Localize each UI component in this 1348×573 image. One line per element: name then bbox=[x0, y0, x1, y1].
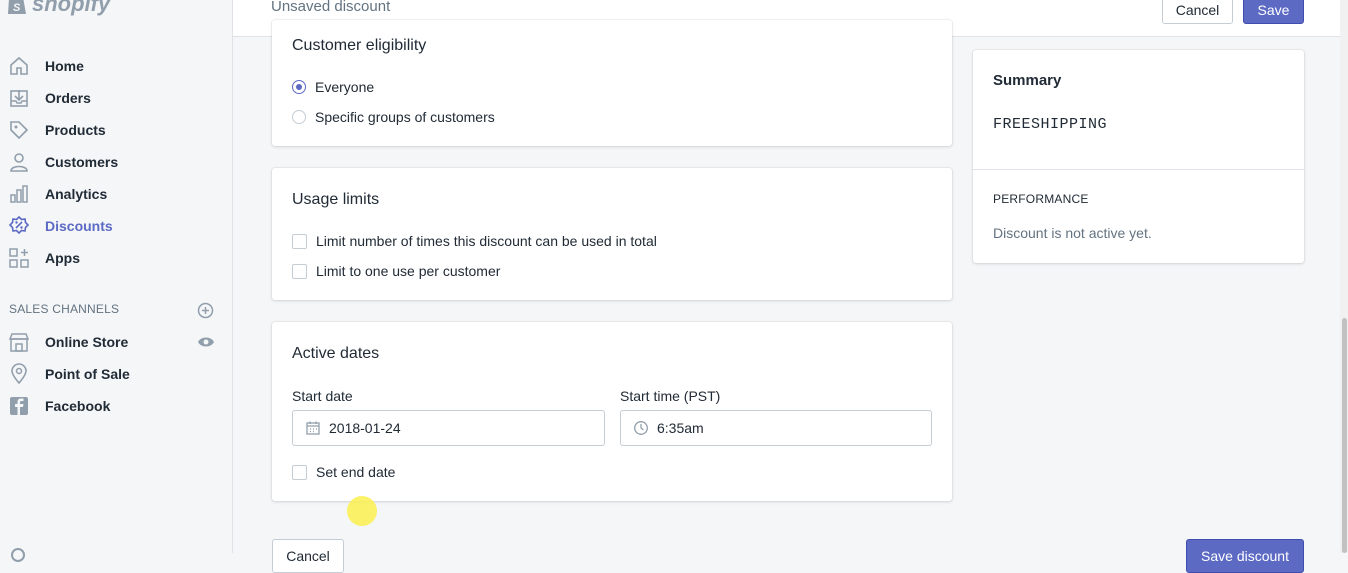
sidebar-item-label: Home bbox=[45, 58, 84, 74]
discount-code: FREESHIPPING bbox=[993, 116, 1108, 133]
sidebar-item-label: Products bbox=[45, 122, 106, 138]
radio-button[interactable] bbox=[292, 110, 306, 124]
svg-text:S: S bbox=[13, 2, 21, 14]
checkbox-label: Set end date bbox=[316, 464, 396, 480]
cursor-highlight bbox=[347, 496, 377, 526]
sidebar-item-home[interactable]: Home bbox=[0, 50, 232, 82]
brand-name: shopify bbox=[32, 0, 111, 16]
apps-icon bbox=[9, 248, 29, 268]
shopify-logo[interactable]: S shopify bbox=[6, 0, 110, 19]
sidebar: S shopify Home Orders Products Customers… bbox=[0, 0, 233, 562]
start-time-field[interactable]: 6:35am bbox=[620, 410, 932, 446]
radio-label: Specific groups of customers bbox=[315, 109, 495, 125]
footer-save-button[interactable]: Save discount bbox=[1186, 539, 1304, 573]
discount-icon bbox=[8, 215, 30, 235]
sidebar-item-label: Orders bbox=[45, 90, 91, 106]
radio-button[interactable] bbox=[292, 80, 306, 94]
sidebar-item-analytics[interactable]: Analytics bbox=[0, 178, 232, 210]
orders-icon bbox=[10, 90, 28, 107]
card-title: Customer eligibility bbox=[292, 37, 427, 54]
sidebar-item-label: Analytics bbox=[45, 186, 108, 202]
active-dates-card: Active dates Start date 2018-01-24 Start… bbox=[272, 322, 952, 501]
card-title: Usage limits bbox=[292, 191, 380, 208]
checkbox-one-per-customer[interactable]: Limit to one use per customer bbox=[292, 263, 500, 279]
cancel-button[interactable]: Cancel bbox=[1162, 0, 1233, 24]
checkbox-label: Limit number of times this discount can … bbox=[316, 233, 657, 249]
footer-cancel-button[interactable]: Cancel bbox=[272, 539, 344, 573]
sidebar-item-orders[interactable]: Orders bbox=[0, 82, 232, 114]
sidebar-item-label: Online Store bbox=[45, 334, 129, 350]
customer-eligibility-card: Customer eligibility Everyone Specific g… bbox=[272, 20, 952, 146]
start-date-label: Start date bbox=[292, 388, 353, 404]
radio-label: Everyone bbox=[315, 79, 375, 95]
performance-heading: PERFORMANCE bbox=[993, 192, 1089, 206]
checkbox[interactable] bbox=[292, 263, 307, 279]
sidebar-item-label: Discounts bbox=[45, 218, 113, 234]
eye-icon[interactable] bbox=[197, 335, 215, 349]
location-pin-icon bbox=[11, 363, 27, 385]
sidebar-item-label: Point of Sale bbox=[45, 366, 130, 382]
calendar-icon bbox=[306, 421, 320, 435]
home-icon bbox=[10, 56, 28, 75]
sales-channels-heading: SALES CHANNELS bbox=[9, 302, 120, 316]
checkbox-limit-total[interactable]: Limit number of times this discount can … bbox=[292, 233, 657, 249]
summary-heading: Summary bbox=[993, 72, 1062, 89]
clock-icon bbox=[634, 421, 648, 435]
radio-everyone[interactable]: Everyone bbox=[292, 79, 374, 95]
scrollbar-thumb[interactable] bbox=[1342, 318, 1347, 553]
summary-card: Summary FREESHIPPING PERFORMANCE Discoun… bbox=[973, 50, 1304, 263]
sidebar-item-label: Customers bbox=[45, 154, 119, 170]
sidebar-item-point-of-sale[interactable]: Point of Sale bbox=[0, 358, 232, 390]
add-channel-icon[interactable] bbox=[197, 302, 214, 319]
sidebar-item-customers[interactable]: Customers bbox=[0, 146, 232, 178]
checkbox-label: Limit to one use per customer bbox=[316, 263, 501, 279]
start-time-label: Start time (PST) bbox=[620, 388, 721, 404]
tag-icon bbox=[10, 121, 29, 140]
start-date-value: 2018-01-24 bbox=[329, 420, 401, 436]
start-time-value: 6:35am bbox=[657, 420, 704, 436]
checkbox[interactable] bbox=[292, 464, 307, 480]
start-date-field[interactable]: 2018-01-24 bbox=[292, 410, 605, 446]
bar-chart-icon bbox=[10, 185, 28, 203]
page-title: Unsaved discount bbox=[271, 0, 391, 15]
store-icon bbox=[8, 333, 30, 352]
performance-status: Discount is not active yet. bbox=[993, 225, 1152, 241]
checkbox-set-end-date[interactable]: Set end date bbox=[292, 464, 395, 480]
sidebar-item-apps[interactable]: Apps bbox=[0, 242, 232, 274]
facebook-icon bbox=[10, 397, 28, 415]
divider bbox=[973, 169, 1304, 170]
person-icon bbox=[10, 153, 28, 172]
usage-limits-card: Usage limits Limit number of times this … bbox=[272, 168, 952, 300]
shopify-bag-icon: S bbox=[8, 0, 26, 14]
save-button[interactable]: Save bbox=[1243, 0, 1304, 24]
sidebar-item-products[interactable]: Products bbox=[0, 114, 232, 146]
sidebar-item-discounts[interactable]: Discounts bbox=[0, 210, 232, 242]
card-title: Active dates bbox=[292, 345, 380, 362]
sidebar-item-label: Apps bbox=[45, 250, 80, 266]
radio-specific-groups[interactable]: Specific groups of customers bbox=[292, 109, 495, 125]
checkbox[interactable] bbox=[292, 233, 307, 249]
settings-gear-icon[interactable] bbox=[8, 545, 28, 565]
sidebar-item-facebook[interactable]: Facebook bbox=[0, 390, 232, 422]
sidebar-item-label: Facebook bbox=[45, 398, 111, 414]
